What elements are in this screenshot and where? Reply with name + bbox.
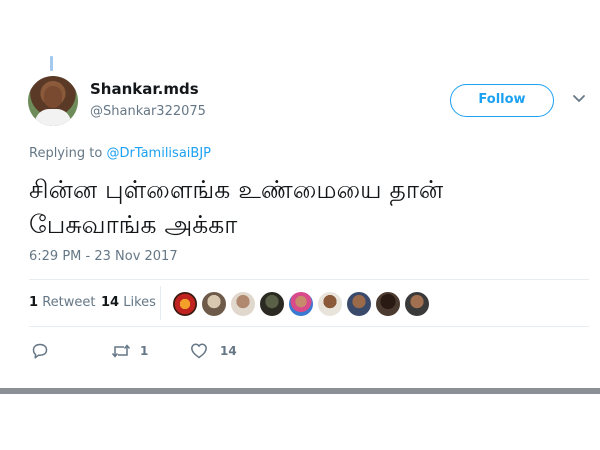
replying-to-link[interactable]: @DrTamilisaiBJP <box>106 146 211 161</box>
avatar[interactable] <box>28 76 78 126</box>
tweet-text-line-1: சின்ன புள்ளைங்க உண்மையை தான் <box>29 175 444 204</box>
retweet-stat-count: 1 <box>29 295 39 310</box>
divider-top <box>29 279 589 280</box>
retweet-stat[interactable]: 1 Retweet <box>29 295 95 310</box>
tweet-text: சின்ன புள்ளைங்க உண்மையை தான் பேசுவாங்க அ… <box>29 172 569 242</box>
author-handle[interactable]: @Shankar322075 <box>90 104 206 119</box>
tweet-timestamp[interactable]: 6:29 PM - 23 Nov 2017 <box>29 249 178 264</box>
stats-separator <box>160 286 161 320</box>
liker-avatar[interactable] <box>201 291 227 317</box>
divider-bottom <box>29 326 589 327</box>
liker-avatar[interactable] <box>317 291 343 317</box>
likes-stat-count: 14 <box>101 295 120 310</box>
chevron-down-icon[interactable] <box>571 93 587 105</box>
bottom-border-bar <box>0 388 600 394</box>
reply-icon <box>32 343 48 359</box>
retweet-icon <box>111 344 131 358</box>
reply-button[interactable] <box>31 340 53 362</box>
replying-to-line: Replying to @DrTamilisaiBJP <box>29 146 211 161</box>
likes-stat-label: Likes <box>123 295 156 310</box>
follow-button[interactable]: Follow <box>450 84 554 117</box>
liker-avatar[interactable] <box>375 291 401 317</box>
tweet-text-line-2: பேசுவாங்க அக்கா <box>29 210 238 239</box>
retweet-button[interactable]: 1 <box>110 340 160 362</box>
liker-avatar[interactable] <box>172 291 198 317</box>
liker-avatar[interactable] <box>346 291 372 317</box>
liker-avatar[interactable] <box>259 291 285 317</box>
retweet-count: 1 <box>140 344 149 358</box>
liker-avatar[interactable] <box>230 291 256 317</box>
likes-stat[interactable]: 14 Likes <box>101 295 156 310</box>
liker-avatar[interactable] <box>404 291 430 317</box>
thread-connector-line <box>50 56 53 71</box>
avatar-face <box>44 86 62 108</box>
retweet-stat-label: Retweet <box>42 295 96 310</box>
like-button[interactable]: 14 <box>190 340 240 362</box>
liker-avatar[interactable] <box>288 291 314 317</box>
heart-icon <box>191 343 207 359</box>
replying-to-prefix: Replying to <box>29 146 103 161</box>
author-display-name[interactable]: Shankar.mds <box>90 80 199 98</box>
like-count: 14 <box>220 344 237 358</box>
avatar-shirt <box>35 109 71 126</box>
